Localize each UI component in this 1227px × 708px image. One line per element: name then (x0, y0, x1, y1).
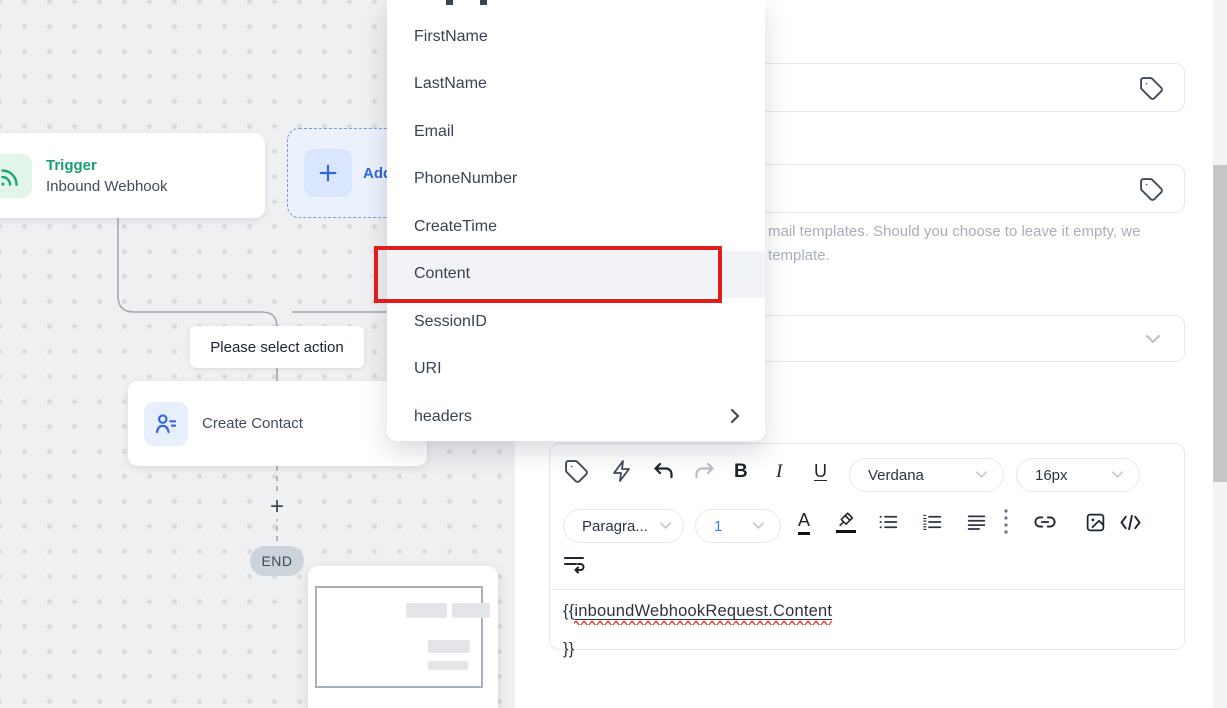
helper-text: mail templates. Should you choose to lea… (768, 223, 1141, 264)
webhook-signal-icon (0, 153, 32, 198)
menu-item-uri[interactable]: URI (387, 346, 765, 394)
link-icon[interactable] (1034, 513, 1056, 531)
minimap-block (428, 661, 468, 670)
clipped-menu-item (387, 0, 765, 13)
clipped-menu-item-fragment (480, 0, 487, 5)
more-options-icon[interactable] (1002, 508, 1010, 536)
chevron-down-icon (974, 467, 989, 484)
menu-item-sessionid[interactable]: SessionID (387, 298, 765, 346)
text-color-button[interactable]: A (798, 510, 811, 535)
canvas-minimap[interactable] (308, 566, 498, 708)
chevron-right-icon (727, 408, 743, 429)
menu-item-lastname[interactable]: LastName (387, 61, 765, 109)
numbered-list-icon[interactable] (922, 513, 943, 531)
merge-token: inboundWebhookRequest.Content (574, 602, 833, 625)
chevron-down-icon (751, 518, 766, 535)
chevron-down-icon (658, 518, 673, 535)
minimap-block (428, 640, 470, 653)
minimap-viewport (315, 586, 483, 688)
scrollbar-thumb[interactable] (1213, 165, 1227, 482)
plus-icon (304, 149, 352, 197)
code-icon[interactable] (1119, 513, 1142, 532)
merge-tag-icon[interactable] (1139, 177, 1164, 202)
undo-icon[interactable] (652, 461, 676, 483)
menu-item-createtime[interactable]: CreateTime (387, 203, 765, 251)
create-contact-node[interactable]: Create Contact (128, 381, 427, 466)
workflow-builder-screen: Trigger Inbound Webhook Add Please selec… (0, 0, 1227, 708)
clipped-menu-item-fragment (446, 0, 453, 5)
highlight-marker-icon[interactable] (836, 510, 856, 533)
editor-content[interactable]: {{inboundWebhookRequest.Content}} (563, 602, 844, 659)
lightning-icon[interactable] (610, 459, 634, 483)
paragraph-style-select[interactable]: Paragra... (563, 509, 684, 543)
merge-tag-icon[interactable] (564, 459, 589, 484)
menu-item-firstname[interactable]: FirstName (387, 13, 765, 61)
font-family-select[interactable]: Verdana (849, 458, 1004, 492)
minimap-block (406, 603, 447, 618)
spellcheck-squiggle (574, 619, 833, 625)
select-action-tooltip: Please select action (190, 326, 364, 368)
page-scrollbar[interactable] (1213, 0, 1227, 708)
trigger-subtitle: Inbound Webhook (46, 177, 168, 195)
trigger-node[interactable]: Trigger Inbound Webhook (0, 133, 265, 218)
webhook-variables-dropdown: FirstName LastName Email PhoneNumber Cre… (387, 0, 765, 441)
chevron-down-icon (1110, 467, 1125, 484)
redo-icon[interactable] (692, 461, 716, 483)
bullet-list-icon[interactable] (878, 513, 899, 531)
merge-brace-close: }} (563, 640, 575, 658)
menu-item-headers[interactable]: headers (387, 393, 765, 441)
bold-button[interactable]: B (734, 461, 748, 483)
image-icon[interactable] (1085, 512, 1106, 533)
merge-brace-open: {{ (563, 602, 575, 620)
text-wrap-icon[interactable] (562, 554, 586, 574)
rich-text-editor: B I U Verdana 16px Paragra... 1 A {{inbo… (549, 443, 1185, 658)
trigger-title: Trigger (46, 156, 97, 174)
minimap-block (452, 603, 490, 618)
italic-button[interactable]: I (776, 461, 782, 483)
chevron-down-icon (1144, 332, 1162, 351)
align-text-icon[interactable] (966, 513, 987, 531)
list-level-select[interactable]: 1 (695, 509, 781, 543)
menu-item-phonenumber[interactable]: PhoneNumber (387, 156, 765, 204)
editor-divider (550, 589, 1184, 590)
font-size-select[interactable]: 16px (1016, 458, 1140, 492)
end-badge: END (250, 546, 304, 576)
underline-button[interactable]: U (814, 461, 827, 482)
merge-tag-icon[interactable] (1139, 76, 1164, 101)
insert-step-plus[interactable]: + (265, 493, 289, 520)
action-label: Create Contact (202, 415, 303, 432)
menu-item-email[interactable]: Email (387, 108, 765, 156)
contact-person-icon (144, 401, 188, 446)
menu-item-content[interactable]: Content (387, 250, 765, 298)
